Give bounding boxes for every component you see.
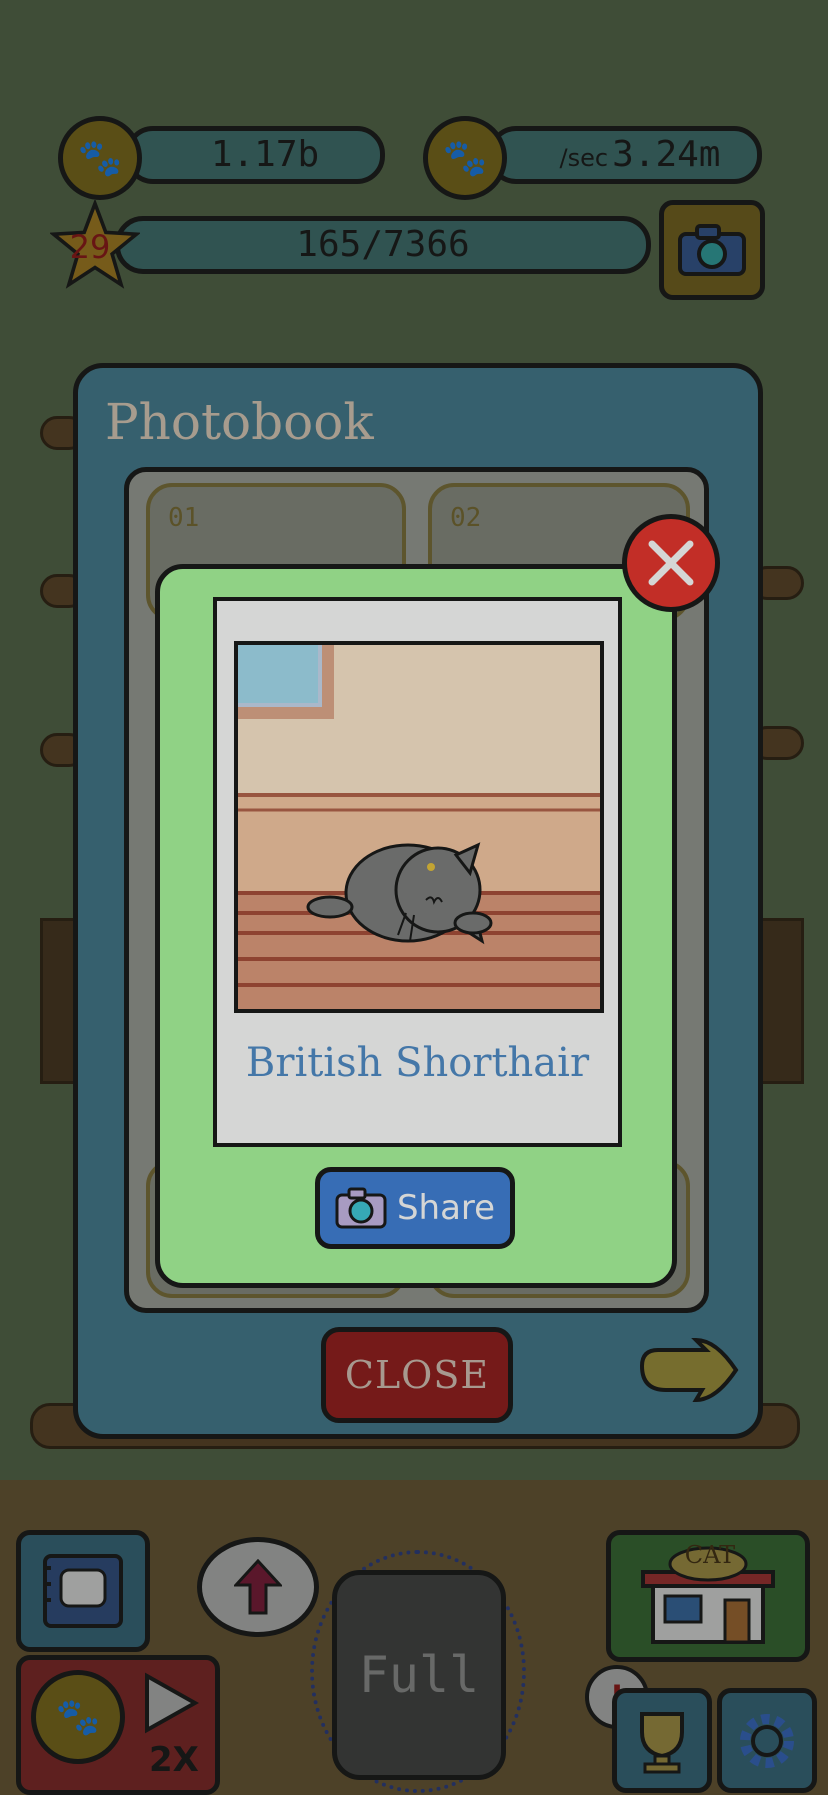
upgrade-button[interactable]: [197, 1537, 319, 1637]
close-label: CLOSE: [344, 1353, 490, 1397]
trophy-button[interactable]: [612, 1688, 712, 1793]
pointing-hand-icon[interactable]: [634, 1336, 746, 1406]
photobook-title: Photobook: [105, 393, 374, 451]
share-label: Share: [396, 1188, 496, 1228]
coin-counter-bar: 1.17b: [125, 126, 385, 184]
rate-unit: /sec: [559, 144, 609, 172]
settings-button[interactable]: [717, 1688, 817, 1793]
camera-icon: [335, 1187, 387, 1229]
full-label: Full: [358, 1646, 480, 1704]
shop-sign: CAT: [684, 1541, 736, 1569]
close-button[interactable]: CLOSE: [321, 1327, 513, 1423]
cat-shop-button[interactable]: CAT: [606, 1530, 810, 1662]
cat-breed-name: British Shorthair: [245, 1040, 590, 1086]
trophy-icon: [640, 1711, 684, 1773]
close-x-icon: [648, 540, 694, 586]
cat-box-button[interactable]: Full: [332, 1570, 506, 1780]
level-progress: 165/7366: [296, 224, 470, 265]
level-progress-bar: 165/7366: [115, 216, 651, 274]
coin-rate: 3.24m: [612, 134, 721, 175]
gear-icon: [740, 1713, 794, 1768]
slot-number: 02: [450, 503, 482, 533]
slot-number: 01: [168, 503, 200, 533]
photobook-button[interactable]: [16, 1530, 150, 1652]
share-button[interactable]: Share: [315, 1167, 515, 1249]
boost-label: 2X: [149, 1740, 199, 1780]
paw-coin-icon: 🐾: [58, 116, 142, 200]
camera-icon: [678, 224, 746, 276]
level-number: 29: [69, 228, 111, 266]
upgrade-arrow-icon: [234, 1559, 282, 1615]
close-dialog-button[interactable]: [622, 514, 720, 612]
paw-coin-icon: 🐾: [423, 116, 507, 200]
rate-counter-bar: /sec 3.24m: [488, 126, 762, 184]
boost-2x-button[interactable]: 🐾 2X: [16, 1655, 220, 1795]
paw-coin-icon: 🐾: [31, 1670, 125, 1764]
camera-button[interactable]: [659, 200, 765, 300]
coin-count: 1.17b: [210, 134, 320, 175]
cat-photo-illustration: [238, 645, 600, 1009]
play-icon: [145, 1672, 199, 1734]
cat-photo: [234, 641, 604, 1013]
photobook-icon: [43, 1554, 123, 1628]
